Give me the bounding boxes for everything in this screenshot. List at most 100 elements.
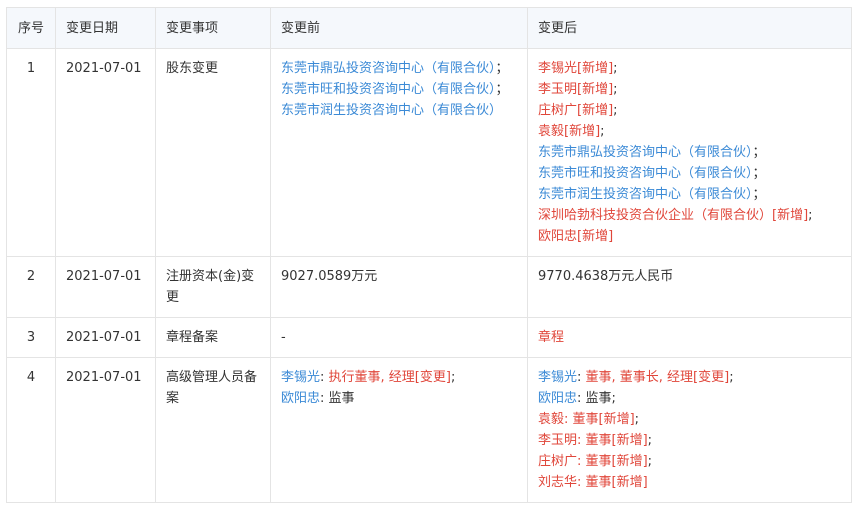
before-line: 李锡光: 执行董事, 经理[变更]; [281, 367, 517, 388]
row-after: 李锡光: 董事, 董事长, 经理[变更]; 欧阳忠: 监事; 袁毅: 董事[新增];… [527, 357, 852, 503]
change-text: 章程 [538, 330, 565, 345]
table-row: 2 2021-07-01 注册资本(金)变更 9027.0589万元 9770.4638… [6, 256, 852, 318]
change-text: ; [634, 412, 640, 427]
row-item: 章程备案 [155, 317, 271, 358]
change-text: ; [647, 454, 653, 469]
row-item: 注册资本(金)变更 [155, 256, 271, 318]
after-line: 袁毅: 董事[新增]; [538, 409, 841, 430]
change-text: ； [752, 145, 766, 160]
entity-link[interactable]: 东莞市旺和投资咨询中心（有限合伙） [538, 166, 753, 181]
change-text: 刘志华: 董事[新增] [538, 475, 648, 490]
after-line: 李玉明: 董事[新增]; [538, 430, 841, 451]
row-before: 东莞市鼎弘投资咨询中心（有限合伙）； 东莞市旺和投资咨询中心（有限合伙）； 东莞市润… [270, 48, 528, 257]
before-line: 东莞市润生投资咨询中心（有限合伙） [281, 100, 517, 121]
after-line: 庄树广: 董事[新增]; [538, 451, 841, 472]
row-index: 4 [6, 357, 56, 503]
row-before: - [270, 317, 528, 358]
row-before: 9027.0589万元 [270, 256, 528, 318]
entity-link[interactable]: 欧阳忠 [538, 391, 577, 406]
after-line: 深圳哈勃科技投资合伙企业（有限合伙）[新增]; [538, 205, 841, 226]
row-date: 2021-07-01 [55, 48, 156, 257]
row-index: 3 [6, 317, 56, 358]
change-text: 庄树广: 董事[新增] [538, 454, 648, 469]
change-text: 执行董事, 经理[变更] [328, 370, 451, 385]
after-line: 东莞市润生投资咨询中心（有限合伙）； [538, 184, 841, 205]
row-date: 2021-07-01 [55, 256, 156, 318]
change-text: 深圳哈勃科技投资合伙企业（有限合伙）[新增] [538, 208, 809, 223]
change-text: ; [729, 370, 734, 385]
after-line: 李锡光[新增]; [538, 58, 841, 79]
after-line: 东莞市旺和投资咨询中心（有限合伙）； [538, 163, 841, 184]
change-text: 李玉明[新增] [538, 82, 614, 97]
change-text: ； [495, 61, 509, 76]
change-text: ; [647, 433, 653, 448]
after-line: 李锡光: 董事, 董事长, 经理[变更]; [538, 367, 841, 388]
change-text: ; [450, 370, 456, 385]
row-after: 李锡光[新增]; 李玉明[新增]; 庄树广[新增]; 袁毅[新增]; 东莞市鼎弘投资咨询… [527, 48, 852, 257]
after-line: 李玉明[新增]; [538, 79, 841, 100]
after-line: 袁毅[新增]; [538, 121, 841, 142]
before-line: - [281, 327, 517, 348]
header-after: 变更后 [527, 7, 852, 49]
change-text: : [320, 370, 329, 385]
change-text: 李玉明: 董事[新增] [538, 433, 648, 448]
change-text: 庄树广[新增] [538, 103, 614, 118]
header-before: 变更前 [270, 7, 528, 49]
change-text: : [577, 370, 586, 385]
change-text: ； [752, 187, 766, 202]
row-after: 章程 [527, 317, 852, 358]
row-item: 高级管理人员备案 [155, 357, 271, 503]
row-date: 2021-07-01 [55, 317, 156, 358]
after-line: 庄树广[新增]; [538, 100, 841, 121]
after-line: 欧阳忠: 监事; [538, 388, 841, 409]
header-item: 变更事项 [155, 7, 271, 49]
header-index: 序号 [6, 7, 56, 49]
change-text: 袁毅: 董事[新增] [538, 412, 635, 427]
after-line: 欧阳忠[新增] [538, 226, 841, 247]
change-text: : 监事 [320, 391, 355, 406]
entity-link[interactable]: 东莞市润生投资咨询中心（有限合伙） [538, 187, 753, 202]
change-text: ; [600, 124, 605, 139]
after-line: 东莞市鼎弘投资咨询中心（有限合伙）； [538, 142, 841, 163]
entity-link[interactable]: 东莞市润生投资咨询中心（有限合伙） [281, 103, 502, 118]
change-text: 9770.4638万元人民币 [538, 269, 674, 284]
change-text: ; [613, 61, 618, 76]
row-index: 1 [6, 48, 56, 257]
row-before: 李锡光: 执行董事, 经理[变更]; 欧阳忠: 监事 [270, 357, 528, 503]
header-date: 变更日期 [55, 7, 156, 49]
change-text: 董事, 董事长, 经理[变更] [585, 370, 730, 385]
change-record-table: 序号 变更日期 变更事项 变更前 变更后 1 2021-07-01 股东变更 东莞市鼎… [6, 7, 852, 503]
change-text: - [281, 330, 286, 345]
row-after: 9770.4638万元人民币 [527, 256, 852, 318]
change-text: 李锡光[新增] [538, 61, 614, 76]
table-row: 1 2021-07-01 股东变更 东莞市鼎弘投资咨询中心（有限合伙）； 东莞市旺和投资… [6, 48, 852, 257]
before-line: 东莞市鼎弘投资咨询中心（有限合伙）； [281, 58, 517, 79]
entity-link[interactable]: 东莞市旺和投资咨询中心（有限合伙） [281, 82, 496, 97]
change-text: 欧阳忠[新增] [538, 229, 614, 244]
after-line: 章程 [538, 327, 841, 348]
change-text: ; [808, 208, 813, 223]
table-header-row: 序号 变更日期 变更事项 变更前 变更后 [6, 7, 852, 49]
entity-link[interactable]: 欧阳忠 [281, 391, 320, 406]
entity-link[interactable]: 李锡光 [538, 370, 577, 385]
before-line: 东莞市旺和投资咨询中心（有限合伙）； [281, 79, 517, 100]
change-text: ; [613, 103, 618, 118]
entity-link[interactable]: 李锡光 [281, 370, 320, 385]
before-line: 欧阳忠: 监事 [281, 388, 517, 409]
change-text: 9027.0589万元 [281, 269, 378, 284]
change-text: 袁毅[新增] [538, 124, 601, 139]
row-index: 2 [6, 256, 56, 318]
change-text: ; [613, 82, 618, 97]
change-text: ； [752, 166, 766, 181]
after-line: 9770.4638万元人民币 [538, 266, 841, 287]
row-item: 股东变更 [155, 48, 271, 257]
entity-link[interactable]: 东莞市鼎弘投资咨询中心（有限合伙） [281, 61, 496, 76]
table-row: 4 2021-07-01 高级管理人员备案 李锡光: 执行董事, 经理[变更]; 欧阳忠… [6, 357, 852, 503]
row-date: 2021-07-01 [55, 357, 156, 503]
change-text: : 监事; [577, 391, 616, 406]
after-line: 刘志华: 董事[新增] [538, 472, 841, 493]
change-text: ； [495, 82, 509, 97]
before-line: 9027.0589万元 [281, 266, 517, 287]
table-row: 3 2021-07-01 章程备案 - 章程 [6, 317, 852, 358]
entity-link[interactable]: 东莞市鼎弘投资咨询中心（有限合伙） [538, 145, 753, 160]
